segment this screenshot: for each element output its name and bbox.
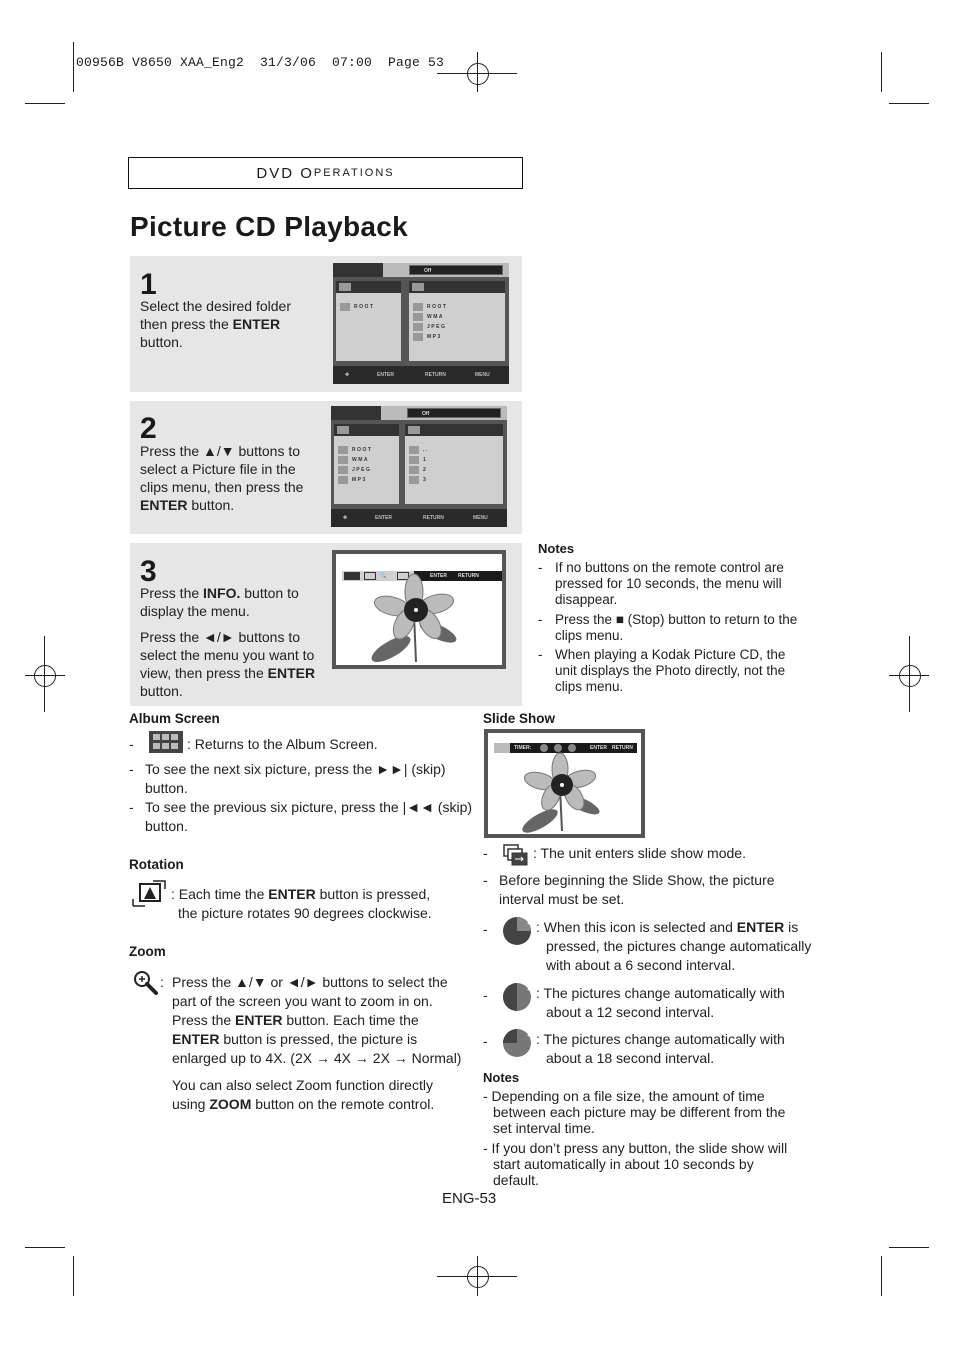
slide-show-item: - : When this icon is selected and ENTER… [483, 917, 823, 975]
step-number: 1 [140, 268, 157, 301]
album-grid-icon [149, 731, 183, 753]
menu-button-bar: ✥ ENTER RETURN MENU [331, 509, 507, 527]
dpad-icon: ✥ [345, 372, 350, 378]
page-title: Picture CD Playback [130, 211, 409, 242]
crop-mark [25, 1247, 65, 1248]
print-header: 00956B V8650 XAA_Eng2 31/3/06 07:00 Page… [76, 55, 445, 70]
notes-title: Notes [483, 1070, 520, 1085]
timer-18s-icon [503, 1029, 533, 1057]
note-item: - Press the ■ (Stop) button to return to… [538, 612, 798, 643]
return-label: RETURN [425, 372, 446, 378]
step-2: 2 Press the ▲/▼ buttons to select a Pict… [130, 401, 522, 534]
rotation-description: : Each time the ENTER button is pressed,… [171, 886, 432, 921]
file-item[interactable]: 3 [409, 476, 427, 484]
timer-6s-icon [503, 917, 533, 945]
crop-mark [73, 42, 74, 92]
folder-item[interactable]: MP3 [338, 476, 367, 484]
zoom-description: : Press the ▲/▼ or ◄/► buttons to select… [160, 974, 462, 1112]
folder-item[interactable]: ROOT [413, 303, 447, 311]
folder-item[interactable]: WMA [413, 313, 444, 321]
menu-button-bar: ✥ ENTER RETURN MENU [333, 366, 509, 384]
registration-circle [34, 665, 56, 687]
folder-item[interactable]: ROOT [338, 446, 372, 454]
flower-image [522, 752, 600, 833]
speaker-icon [408, 426, 420, 434]
file-item[interactable]: 1 [409, 456, 427, 464]
rotation-title: Rotation [129, 857, 184, 872]
note-item: - Depending on a file size, the amount o… [483, 1088, 786, 1136]
registration-circle [467, 63, 489, 85]
slide-show-item: - : The pictures change automatically wi… [483, 1029, 823, 1068]
registration-circle [899, 665, 921, 687]
folder-panel: ROOT [336, 281, 401, 361]
slide-show-item: - : The pictures change automatically wi… [483, 983, 823, 1022]
enter-label: ENTER [377, 372, 394, 378]
picture-icon [339, 283, 351, 291]
step-1: 1 Select the desired folder then press t… [130, 256, 522, 392]
menu-label: MENU [473, 515, 488, 521]
registration-circle [467, 1266, 489, 1288]
step-instructions: Press the INFO. button to display the me… [140, 585, 316, 699]
section-header-first: DVD O [256, 164, 314, 182]
step-3: 3 Press the INFO. button to display the … [130, 543, 522, 706]
step-number: 3 [140, 555, 157, 588]
note-item: - If no buttons on the remote control ar… [538, 560, 784, 607]
repeat-off-label: Off [409, 265, 503, 275]
slide-show-screen: TIMER: ENTER RETURN [484, 729, 645, 838]
file-item[interactable]: 2 [409, 466, 427, 474]
folder-item[interactable]: MP3 [413, 333, 442, 341]
menu-label: MENU [475, 372, 490, 378]
step-instructions: Select the desired folder then press the… [140, 298, 291, 350]
file-panel: .. 1 2 3 [405, 424, 503, 504]
note-item: - When playing a Kodak Picture CD, the un… [538, 647, 786, 694]
crop-mark [25, 103, 65, 104]
step-number: 2 [140, 412, 157, 445]
enter-label: ENTER [375, 515, 392, 521]
picture-icon [337, 426, 349, 434]
page-number: ENG-53 [442, 1190, 497, 1207]
crop-mark [889, 103, 929, 104]
clips-menu-screen: Off ROOT WMA JPEG MP3 .. 1 2 3 ✥ ENTER R… [331, 406, 507, 527]
speaker-icon [412, 283, 424, 291]
album-screen-title: Album Screen [129, 711, 220, 726]
slideshow-icon [503, 844, 528, 866]
repeat-off-label: Off [407, 408, 501, 418]
file-item[interactable]: .. [409, 446, 429, 454]
folder-item[interactable]: JPEG [338, 466, 371, 474]
photo-info-screen: 🔍 ENTER RETURN [332, 550, 506, 669]
slide-show-title: Slide Show [483, 711, 556, 726]
section-header-rest: PERATIONS [313, 167, 395, 179]
folder-item[interactable]: ROOT [340, 303, 374, 311]
timer-12s-icon [503, 983, 533, 1011]
return-label: RETURN [423, 515, 444, 521]
album-item: - To see the previous six picture, press… [129, 799, 473, 834]
step-instructions: Press the ▲/▼ buttons to select a Pictur… [140, 443, 304, 513]
file-panel: ROOT WMA JPEG MP3 [409, 281, 505, 361]
crop-mark [73, 1256, 74, 1296]
note-item: - If you don’t press any button, the sli… [483, 1140, 788, 1188]
crop-mark [881, 1256, 882, 1296]
rotate-icon [132, 880, 166, 907]
folder-item[interactable]: JPEG [413, 323, 446, 331]
folder-panel: ROOT WMA JPEG MP3 [334, 424, 399, 504]
dpad-icon: ✥ [343, 515, 348, 521]
notes-title: Notes [538, 541, 575, 556]
album-item: - To see the next six picture, press the… [129, 761, 446, 796]
section-header: DVD O PERATIONS [128, 157, 523, 189]
folder-item[interactable]: WMA [338, 456, 369, 464]
zoom-title: Zoom [129, 944, 166, 959]
crop-mark [881, 52, 882, 92]
flower-image [371, 573, 457, 663]
zoom-icon [134, 971, 158, 995]
folder-menu-screen: Off ROOT ROOT WMA JPEG MP3 ✥ ENTER RETUR… [333, 263, 509, 384]
crop-mark [889, 1247, 929, 1248]
slide-show-item: - Before beginning the Slide Show, the p… [483, 872, 775, 907]
